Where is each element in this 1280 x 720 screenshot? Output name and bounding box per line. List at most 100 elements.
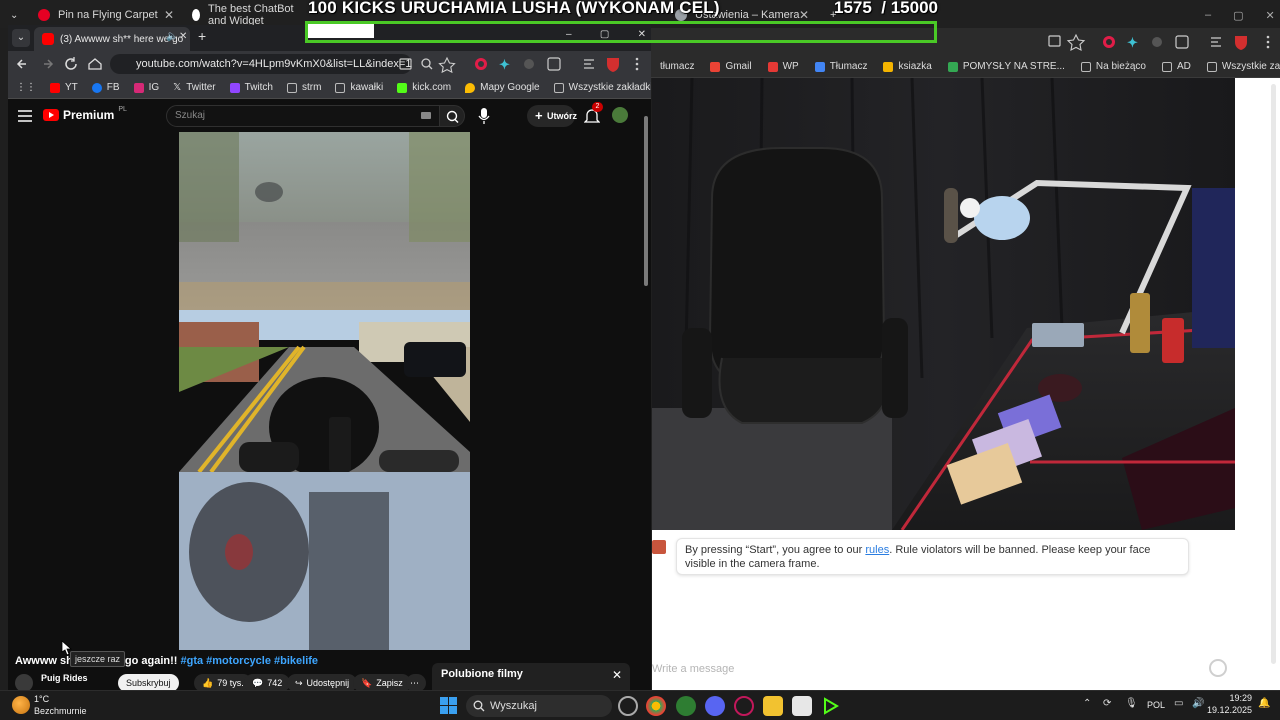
file-explorer-icon[interactable] <box>763 696 783 716</box>
youtube-icon <box>42 33 54 45</box>
active-tab-label: (3) Awwww sh** here we go <box>60 33 184 45</box>
new-tab-button[interactable]: + <box>198 28 206 44</box>
weather-temp[interactable]: 1°C <box>34 694 49 704</box>
channel-name[interactable]: Puig Rides <box>41 673 88 683</box>
mute-icon[interactable]: 🔈 <box>166 31 178 42</box>
search-placeholder: Szukaj <box>175 110 206 121</box>
facebook-icon <box>91 82 102 93</box>
back-tab-1[interactable]: Pin na Flying Carpet ✕ <box>28 4 180 26</box>
bookmark-all[interactable]: Wszystkie zakładki <box>1206 61 1280 72</box>
close-icon[interactable]: ✕ <box>164 8 174 22</box>
keyboard-icon[interactable] <box>421 112 431 119</box>
close-window-icon[interactable]: ✕ <box>638 29 646 40</box>
bookmark-ksiazka[interactable]: ksiazka <box>883 61 932 72</box>
message-input[interactable]: Write a message <box>652 658 1232 680</box>
microphone-icon[interactable] <box>477 107 491 125</box>
close-icon[interactable]: ✕ <box>179 31 187 42</box>
weather-desc[interactable]: Bezchmurnie <box>34 706 87 716</box>
bookmark-all[interactable]: Wszystkie zakładki <box>553 82 651 93</box>
maximize-icon[interactable]: ▢ <box>600 29 609 40</box>
tab-list-button[interactable]: ⌄ <box>0 4 26 26</box>
bookmark-ig[interactable]: IG <box>133 82 159 93</box>
logo-region: PL <box>118 105 127 113</box>
bookmark-strm[interactable]: strm <box>286 82 321 93</box>
taskbar-search-text: Wyszukaj <box>490 700 537 712</box>
bookmark-twitter[interactable]: 𝕏 Twitter <box>173 82 216 93</box>
rules-link[interactable]: rules <box>865 544 889 556</box>
apps-icon[interactable]: ⋮⋮ <box>16 82 36 93</box>
overlay-goal-title: 100 KICKS URUCHAMIA LUSHA (WYKONAM CEL) <box>308 0 720 18</box>
mouse-cursor-icon <box>61 640 72 656</box>
shorts-video[interactable] <box>179 132 470 650</box>
logo-text: Premium <box>63 108 115 122</box>
bookmark-fb[interactable]: FB <box>91 82 120 93</box>
minimize-icon[interactable]: – <box>566 29 572 40</box>
x-icon: 𝕏 <box>173 82 182 93</box>
close-window-icon[interactable]: ✕ <box>1266 9 1275 22</box>
bookmark-tlumacz[interactable]: tłumacz <box>660 61 694 72</box>
page-scrollbar[interactable] <box>644 116 648 286</box>
notification-center-icon[interactable]: 🔔 <box>1258 698 1270 709</box>
bookmark-na-biezaco[interactable]: Na bieżąco <box>1080 61 1146 72</box>
taskbar-search-input[interactable]: Wyszukaj <box>466 695 612 717</box>
bookmark-kawalki[interactable]: kawałki <box>335 82 383 93</box>
kick-icon[interactable] <box>821 696 841 716</box>
youtube-logo[interactable]: Premium PL <box>43 105 127 122</box>
pinterest-icon <box>38 9 50 21</box>
front-window-controls: – ▢ ✕ <box>566 29 646 40</box>
folder-icon <box>553 82 564 93</box>
copilot-icon[interactable] <box>618 696 638 716</box>
start-icon[interactable] <box>440 697 458 715</box>
bookmark-label: tłumacz <box>660 61 695 72</box>
search-button[interactable] <box>439 105 465 127</box>
hashtags[interactable]: #gta #motorcycle #bikelife <box>180 655 318 667</box>
youtube-play-icon <box>43 109 59 121</box>
close-icon[interactable]: ✕ <box>612 668 622 682</box>
create-button[interactable]: + Utwórz <box>527 105 577 127</box>
folder-icon <box>335 82 346 93</box>
nav-icons <box>16 57 102 70</box>
address-bar[interactable]: youtube.com/watch?v=4HLpm9vKmX0&list=LL&… <box>110 54 412 74</box>
bookmark-label: kick.com <box>412 82 452 93</box>
menu-icon[interactable] <box>18 110 32 122</box>
discord-icon[interactable] <box>705 696 725 716</box>
chrome-icon[interactable] <box>646 696 666 716</box>
network-icon[interactable]: ▭ <box>1174 698 1183 709</box>
maximize-icon[interactable]: ▢ <box>1233 9 1243 22</box>
bookmark-maps[interactable]: Mapy Google <box>465 82 540 93</box>
bookmark-yt[interactable]: YT <box>50 82 78 93</box>
avatar[interactable] <box>612 107 628 123</box>
message-placeholder: Write a message <box>652 663 735 675</box>
chatbot-icon <box>192 9 200 21</box>
youtube-search-input[interactable]: Szukaj <box>166 105 440 127</box>
tab-search-button[interactable]: ⌄ <box>12 29 30 47</box>
close-icon[interactable]: ✕ <box>799 8 809 22</box>
bookmark-twitch[interactable]: Twitch <box>229 82 273 93</box>
translate-icon <box>814 61 825 72</box>
bookmark-pomysly[interactable]: POMYSŁY NA STRE... <box>947 61 1065 72</box>
language-indicator[interactable]: POL <box>1147 700 1165 710</box>
bookmark-label: Tłumacz <box>829 61 868 72</box>
bookmark-kick[interactable]: kick.com <box>397 82 451 93</box>
youtube-icon <box>50 82 60 93</box>
browser-icon[interactable] <box>676 696 696 716</box>
windows-icon <box>947 61 958 72</box>
emoji-icon[interactable] <box>1209 659 1227 677</box>
clock-time[interactable]: 19:29 <box>1216 693 1252 703</box>
plus-icon: + <box>535 108 543 123</box>
microphone-icon[interactable]: 🎙 <box>1125 698 1138 709</box>
liked-videos-panel[interactable]: Polubione filmy ✕ <box>432 663 630 692</box>
bookmark-gmail[interactable]: Gmail <box>710 61 752 72</box>
minimize-icon[interactable]: – <box>1205 9 1211 21</box>
back-tab-2[interactable]: The best ChatBot and Widget <box>182 3 304 27</box>
sync-icon[interactable]: ⟳ <box>1103 698 1111 709</box>
tray-chevron-icon[interactable]: ⌃ <box>1083 698 1091 709</box>
page-scrollbar[interactable] <box>1271 84 1276 664</box>
bookmark-wp[interactable]: WP <box>767 61 799 72</box>
bookmark-ad[interactable]: AD <box>1161 61 1191 72</box>
opera-icon[interactable] <box>734 696 754 716</box>
app-icon[interactable] <box>792 696 812 716</box>
search-icon <box>473 700 485 712</box>
clock-date[interactable]: 19.12.2025 <box>1202 705 1252 715</box>
bookmark-tlumacz2[interactable]: Tłumacz <box>814 61 868 72</box>
